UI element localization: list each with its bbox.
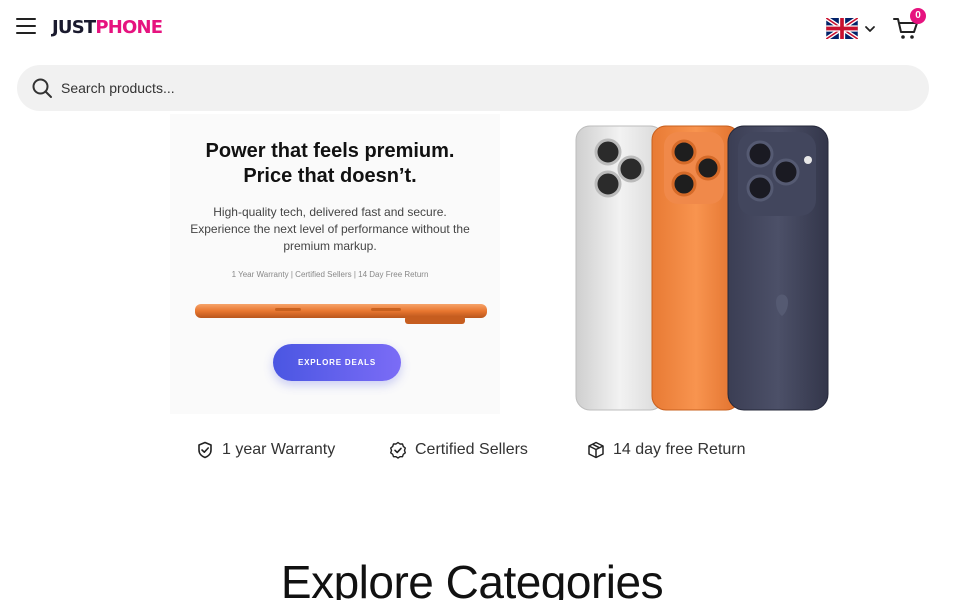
- chevron-down-icon: [865, 25, 875, 32]
- site-logo[interactable]: JUSTPHONE: [52, 17, 163, 38]
- feature-return: 14 day free Return: [587, 441, 746, 459]
- hero-badges: 1 Year Warranty | Certified Sellers | 14…: [231, 270, 429, 279]
- explore-deals-button[interactable]: EXPLORE DEALS: [273, 344, 401, 381]
- hero-subtitle-line2: Experience the next level of performance…: [190, 222, 470, 236]
- box-icon: [588, 441, 604, 459]
- feature-warranty-label: 1 year Warranty: [222, 441, 336, 458]
- feature-warranty: 1 year Warranty: [196, 441, 335, 459]
- feature-certified: Certified Sellers: [389, 441, 528, 459]
- feature-strip: 1 year Warranty Certified Sellers 14 day…: [0, 441, 960, 467]
- search-bar[interactable]: [17, 65, 929, 111]
- site-header: JUSTPHONE 0: [0, 0, 960, 56]
- phones-product-image: [575, 125, 829, 411]
- cart-count-badge: 0: [910, 8, 926, 24]
- hero-title-line2: Price that doesn’t.: [243, 165, 417, 187]
- hero-title: Power that feels premium. Price that doe…: [170, 139, 490, 189]
- search-input[interactable]: [61, 80, 881, 96]
- uk-flag-icon: [826, 18, 858, 39]
- logo-phone: PHONE: [95, 17, 163, 38]
- language-selector[interactable]: [826, 18, 876, 39]
- hero-banner: Power that feels premium. Price that doe…: [0, 114, 944, 414]
- search-icon: [32, 78, 52, 98]
- hero-title-line1: Power that feels premium.: [205, 140, 455, 162]
- feature-return-label: 14 day free Return: [613, 441, 746, 458]
- logo-just: JUST: [52, 17, 96, 38]
- hero-subtitle-line1: High-quality tech, delivered fast and se…: [213, 205, 447, 219]
- hero-subtitle-line3: premium markup.: [283, 239, 377, 253]
- feature-certified-label: Certified Sellers: [415, 441, 528, 458]
- phone-side-image: [195, 304, 487, 324]
- shield-check-icon: [198, 441, 212, 459]
- hero-subtitle: High-quality tech, delivered fast and se…: [170, 204, 490, 255]
- hamburger-menu-icon[interactable]: [16, 18, 38, 38]
- badge-check-icon: [390, 441, 406, 459]
- categories-heading: Explore Categories: [280, 556, 664, 600]
